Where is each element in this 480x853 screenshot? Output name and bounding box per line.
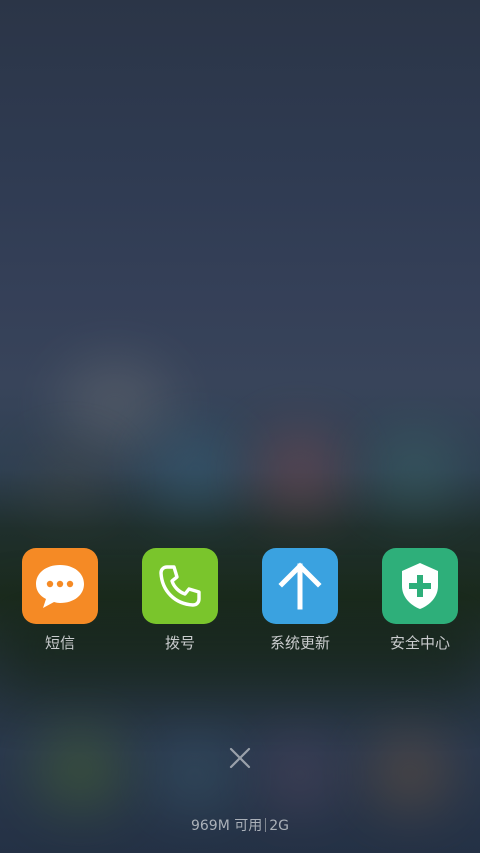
recent-app-system-update[interactable]: 系统更新 <box>240 548 360 653</box>
divider <box>265 818 267 832</box>
message-icon[interactable] <box>22 548 98 624</box>
app-label-security-center: 安全中心 <box>389 634 450 652</box>
phone-icon[interactable] <box>142 548 218 624</box>
memory-status: 969M 可用 2G <box>0 815 480 835</box>
app-label-dialer: 拨号 <box>164 634 195 652</box>
recent-app-messages[interactable]: 短信 <box>0 548 120 653</box>
app-label-messages: 短信 <box>44 634 75 652</box>
clear-all-button[interactable] <box>225 743 255 773</box>
arrow-up-icon[interactable] <box>262 548 338 624</box>
memory-total: 2G <box>269 818 290 834</box>
shield-plus-icon[interactable] <box>382 548 458 624</box>
recent-app-security-center[interactable]: 安全中心 <box>360 548 480 653</box>
recent-app-dialer[interactable]: 拨号 <box>120 548 240 653</box>
app-label-system-update: 系统更新 <box>269 634 330 652</box>
close-icon <box>229 747 251 769</box>
memory-available: 969M 可用 <box>190 818 263 834</box>
